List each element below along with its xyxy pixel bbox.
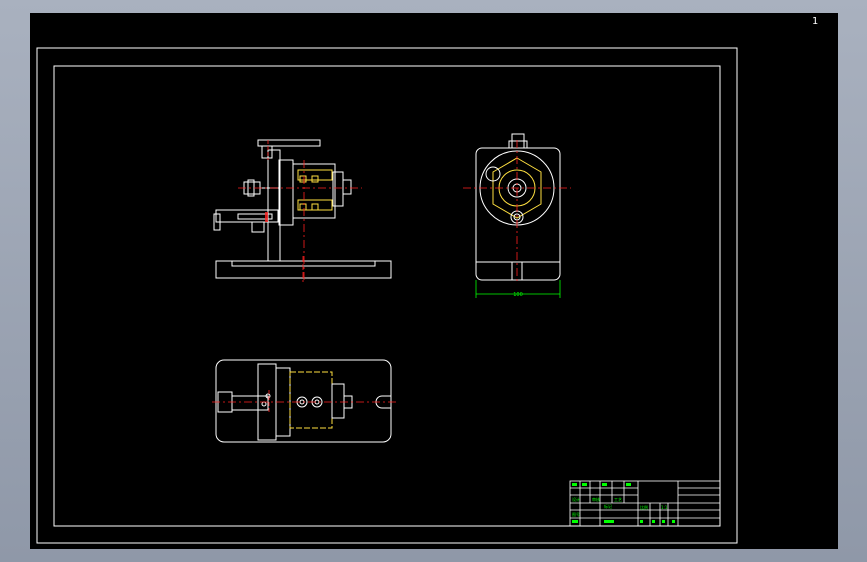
svg-text:标记: 标记: [604, 503, 612, 509]
sheet-inner-border: [53, 65, 721, 527]
side-view: [475, 133, 561, 281]
cad-drawing: 100 设计 审核 工艺 比例 1:1 图号 标记: [36, 47, 738, 544]
svg-text:设计: 设计: [572, 496, 580, 502]
sheet-outer-border: [36, 47, 738, 544]
title-block: [569, 480, 721, 527]
top-view: [215, 359, 392, 443]
front-view: [213, 139, 392, 279]
svg-text:审核: 审核: [592, 496, 600, 502]
svg-text:图号: 图号: [572, 511, 580, 517]
front-top-bracket: [257, 139, 321, 147]
svg-text:工艺: 工艺: [614, 497, 622, 502]
side-center-lines: [463, 140, 571, 282]
front-hatch: [265, 212, 268, 222]
front-column: [267, 149, 281, 262]
side-dimension-text: 100: [513, 292, 523, 298]
svg-text:比例: 比例: [640, 504, 648, 510]
front-fixture-body: [278, 159, 294, 226]
svg-text:1:1: 1:1: [661, 505, 668, 510]
title-block-text: 设计 审核 工艺 比例 1:1 图号 标记: [572, 496, 668, 517]
front-base-plate: [215, 260, 392, 279]
